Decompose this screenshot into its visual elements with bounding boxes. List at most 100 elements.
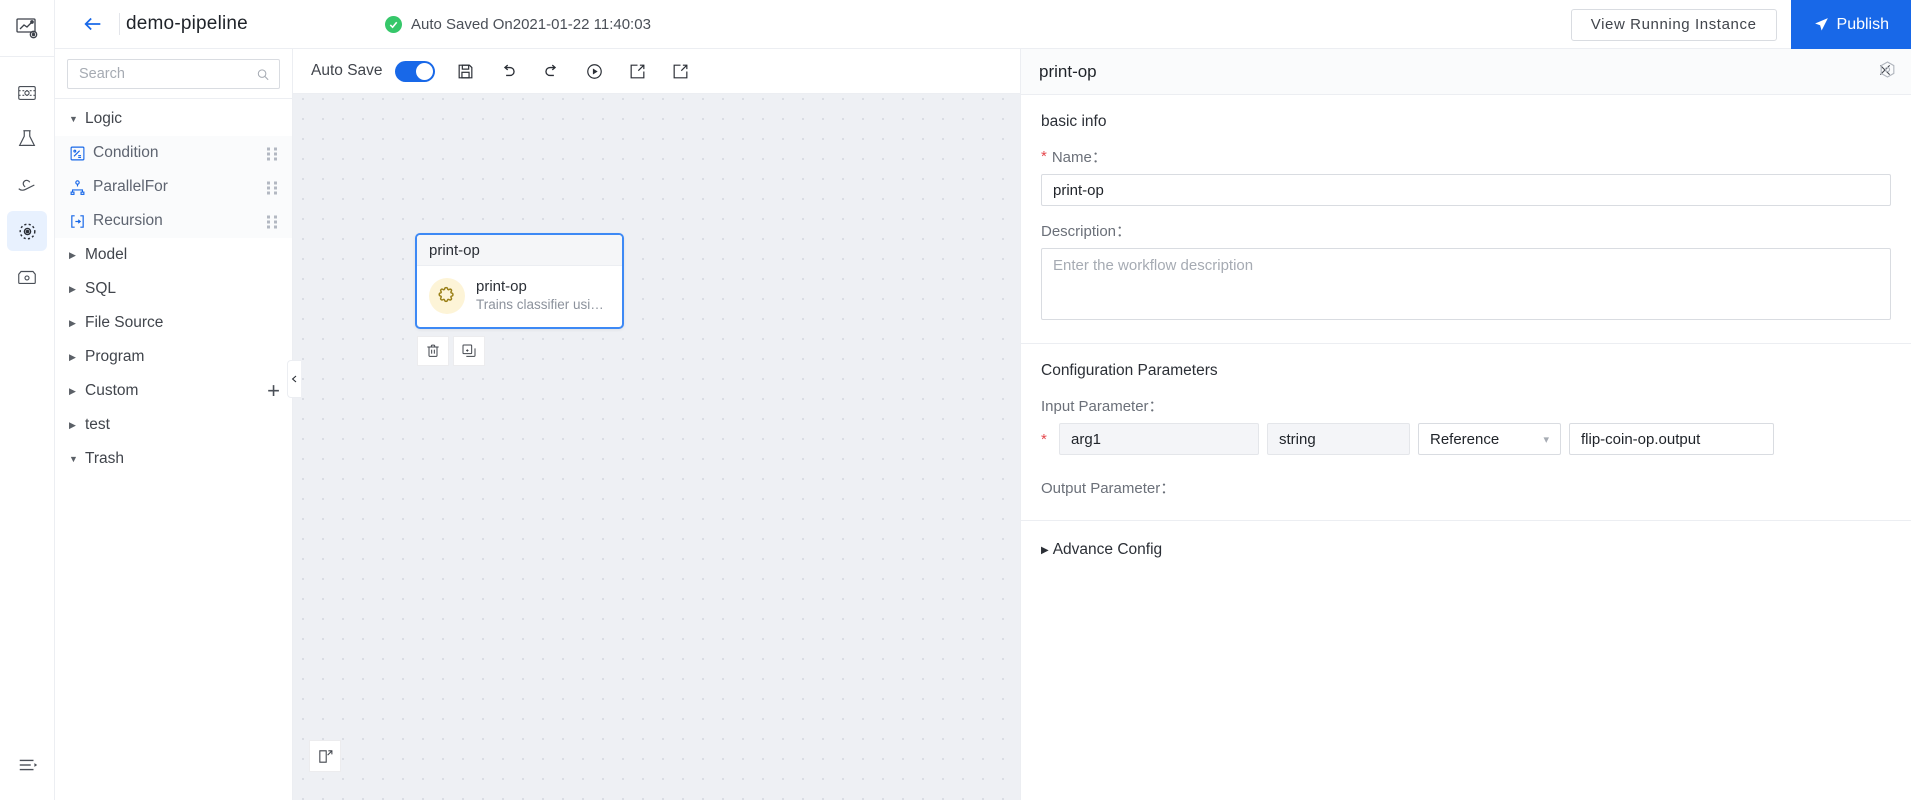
node-header-label: print-op — [417, 235, 622, 266]
node-texts: print-op Trains classifier using ... — [476, 277, 610, 314]
undo-icon — [503, 64, 515, 76]
auto-save-toggle[interactable] — [394, 60, 435, 82]
settings-hex-button[interactable] — [1878, 60, 1897, 84]
tree-group-test[interactable]: test — [55, 408, 292, 442]
run-button[interactable] — [578, 54, 612, 88]
puzzle-piece-icon — [429, 277, 465, 314]
config-parameters-title: Configuration Parameters — [1041, 362, 1218, 379]
chevron-right-icon — [69, 420, 85, 431]
rail-item-list — [7, 57, 47, 297]
required-asterisk: * — [1041, 430, 1047, 448]
tree-group-logic[interactable]: Logic — [55, 102, 292, 136]
drag-handle-icon[interactable] — [267, 181, 278, 195]
advance-config-label: Advance Config — [1052, 541, 1163, 558]
toggle-knob — [415, 62, 433, 80]
publish-label: Publish — [1836, 15, 1889, 33]
param-type-field[interactable]: string — [1267, 423, 1410, 455]
param-source-kind-select[interactable]: Reference ▾ — [1418, 423, 1561, 455]
tree-group-program[interactable]: Program — [55, 340, 292, 374]
panel-header: print-op — [1021, 49, 1911, 95]
tree-item-parallelfor[interactable]: ParallelFor — [55, 170, 292, 204]
description-textarea[interactable] — [1041, 248, 1891, 320]
tree-group-custom[interactable]: Custom + — [55, 374, 292, 408]
tree-group-file-source[interactable]: File Source — [55, 306, 292, 340]
settings-hex-icon — [1880, 61, 1895, 78]
arrow-left-icon — [84, 17, 101, 31]
param-source-kind-value: Reference — [1430, 430, 1500, 448]
configuration-parameters-section: Configuration Parameters Input Parameter… — [1021, 344, 1911, 498]
condition-icon — [69, 145, 93, 162]
copy-icon — [462, 344, 476, 357]
import-button[interactable] — [621, 54, 655, 88]
param-name-field[interactable]: arg1 — [1059, 423, 1259, 455]
view-running-instance-button[interactable]: View Running Instance — [1570, 8, 1777, 41]
tree-group-label: Trash — [85, 450, 125, 467]
redo-button[interactable] — [535, 54, 569, 88]
rail-item-dataset[interactable] — [7, 73, 47, 113]
search-wrapper — [55, 49, 292, 98]
fit-to-screen-button[interactable] — [309, 740, 341, 772]
basic-info-title: basic info — [1041, 113, 1107, 130]
chevron-right-icon: ▶ — [1041, 544, 1049, 556]
tree-group-label: SQL — [85, 280, 117, 297]
chevron-right-icon — [69, 284, 85, 295]
chevron-down-icon: ▾ — [1543, 433, 1549, 446]
required-asterisk: * — [1041, 148, 1047, 165]
drag-handle-icon[interactable] — [267, 215, 278, 229]
tree-group-label: Program — [85, 348, 145, 365]
tree-item-recursion[interactable]: Recursion — [55, 204, 292, 238]
export-icon — [673, 64, 688, 78]
toolbar-icon-group — [449, 54, 698, 88]
save-button[interactable] — [449, 54, 483, 88]
fit-to-screen-icon — [318, 749, 332, 763]
auto-save-toggle-label: Auto Save — [311, 62, 383, 79]
tree-group-trash[interactable]: Trash — [55, 442, 292, 476]
rail-item-archive[interactable] — [7, 257, 47, 297]
export-button[interactable] — [664, 54, 698, 88]
back-button[interactable] — [69, 0, 117, 48]
node-properties-panel: print-op basic info * Name： Description： — [1020, 49, 1911, 800]
tree-group-label: test — [85, 416, 110, 433]
tree-item-condition[interactable]: Condition — [55, 136, 292, 170]
search-box[interactable] — [67, 59, 280, 89]
add-custom-component-button[interactable]: + — [267, 380, 280, 402]
search-input[interactable] — [77, 65, 257, 83]
send-plane-icon — [1814, 18, 1828, 31]
output-parameter-label: Output Parameter： — [1041, 480, 1176, 497]
publish-button[interactable]: Publish — [1790, 0, 1911, 49]
pipeline-node-print-op[interactable]: print-op print-op Trains classifier usin… — [415, 233, 624, 329]
pipeline-canvas[interactable]: demo-pipeline > Condition print-op print… — [293, 49, 1020, 800]
rail-item-pipeline[interactable] — [7, 211, 47, 251]
undo-button[interactable] — [492, 54, 526, 88]
recursion-icon — [69, 213, 93, 230]
chevron-right-icon — [69, 386, 85, 397]
basic-info-section: basic info * Name： Description： — [1021, 95, 1911, 325]
description-label-text: Description： — [1041, 223, 1132, 240]
icon-rail — [0, 0, 55, 800]
rail-item-experiment[interactable] — [7, 119, 47, 159]
auto-save-status: Auto Saved On2021-01-22 11:40:03 — [385, 0, 651, 49]
name-input[interactable] — [1041, 174, 1891, 206]
drag-handle-icon[interactable] — [267, 147, 278, 161]
rail-item-serving[interactable] — [7, 165, 47, 205]
copy-node-button[interactable] — [453, 336, 485, 366]
rail-collapse-button[interactable] — [0, 754, 55, 776]
tree-group-sql[interactable]: SQL — [55, 272, 292, 306]
import-icon — [630, 64, 645, 78]
auto-save-text: Auto Saved On2021-01-22 11:40:03 — [411, 16, 651, 33]
tree-item-label: Condition — [93, 144, 159, 161]
check-circle-icon — [385, 16, 402, 33]
name-field-label: * Name： — [1041, 146, 1891, 167]
chevron-right-icon — [69, 318, 85, 329]
input-parameter-label: Input Parameter： — [1041, 398, 1164, 415]
param-source-value-field[interactable]: flip-coin-op.output — [1569, 423, 1774, 455]
chevron-right-icon — [69, 352, 85, 363]
advance-config-toggle[interactable]: ▶ Advance Config — [1021, 521, 1911, 559]
input-parameter-row: * arg1 string Reference ▾ flip-coin-op.o… — [1041, 423, 1891, 455]
run-icon — [587, 63, 602, 79]
tree-group-model[interactable]: Model — [55, 238, 292, 272]
canvas-collapse-handle[interactable] — [287, 360, 301, 398]
delete-node-button[interactable] — [417, 336, 449, 366]
app-header: demo-pipeline Auto Saved On2021-01-22 11… — [55, 0, 1911, 49]
chevron-left-icon — [291, 375, 297, 383]
